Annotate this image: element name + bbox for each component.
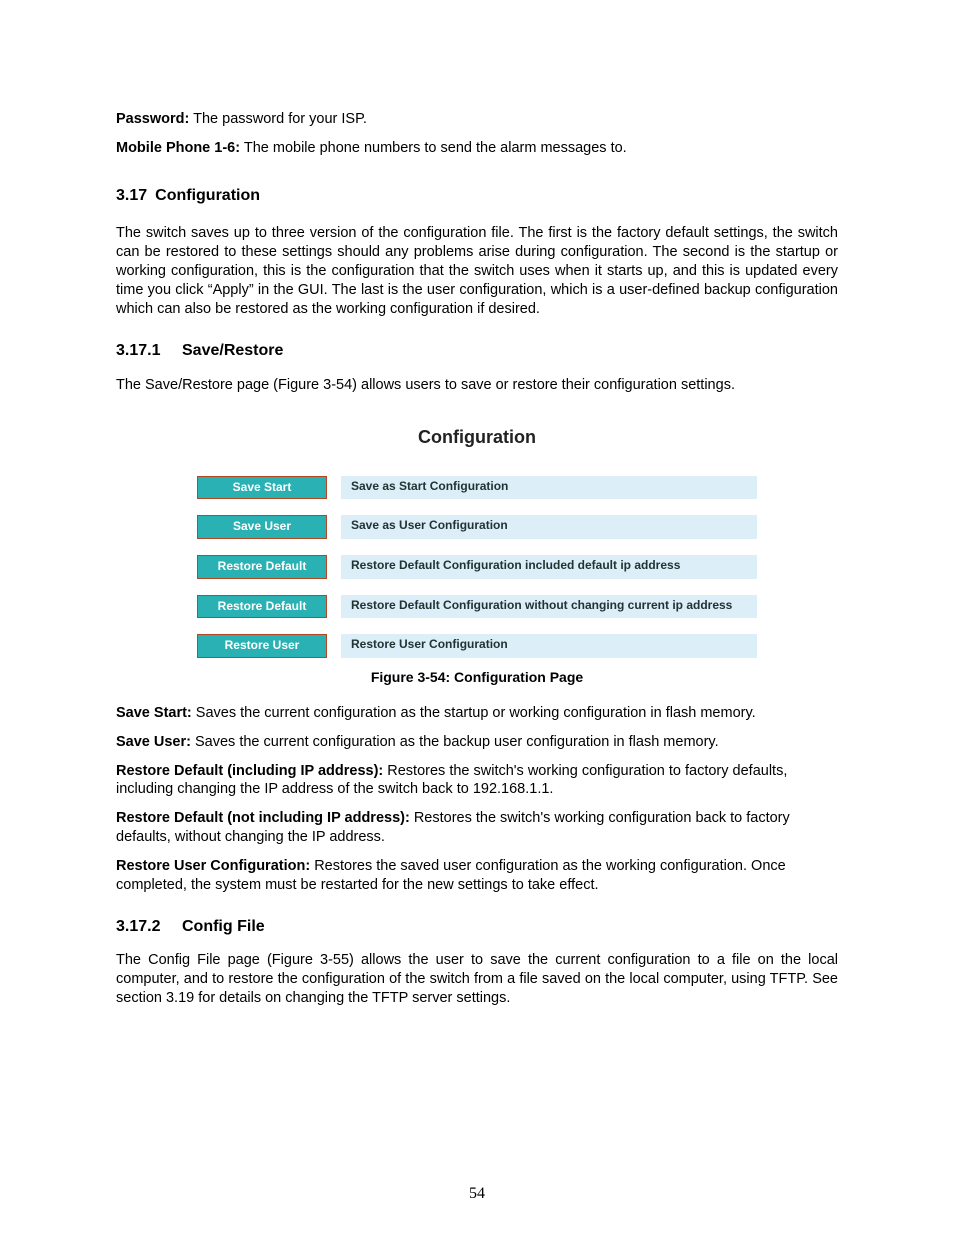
- heading-config-file: 3.17.2Config File: [116, 917, 838, 938]
- save-start-desc: Save as Start Configuration: [341, 476, 757, 500]
- heading-number: 3.17: [116, 186, 147, 207]
- restore-default-noip-desc: Restore Default Configuration without ch…: [341, 595, 757, 619]
- config-row: Save Start Save as Start Configuration: [197, 476, 757, 500]
- heading-number: 3.17.1: [116, 341, 182, 362]
- heading-save-restore: 3.17.1Save/Restore: [116, 341, 838, 362]
- restore-default-ip-button[interactable]: Restore Default: [197, 555, 327, 579]
- screenshot-title: Configuration: [197, 412, 757, 475]
- saveuser-label: Save User:: [116, 734, 191, 750]
- save-user-button[interactable]: Save User: [197, 515, 327, 539]
- save-start-button[interactable]: Save Start: [197, 476, 327, 500]
- password-definition: Password: The password for your ISP.: [116, 110, 838, 129]
- config-row: Save User Save as User Configuration: [197, 515, 757, 539]
- restdef1-label: Restore Default (including IP address):: [116, 763, 383, 779]
- heading-title: Configuration: [155, 187, 260, 204]
- config-row: Restore Default Restore Default Configur…: [197, 595, 757, 619]
- config-row: Restore User Restore User Configuration: [197, 634, 757, 658]
- restore-user-button[interactable]: Restore User: [197, 634, 327, 658]
- config-row: Restore Default Restore Default Configur…: [197, 555, 757, 579]
- savestart-text: Saves the current configuration as the s…: [192, 705, 756, 721]
- save-user-desc: Save as User Configuration: [341, 515, 757, 539]
- saveuser-text: Saves the current configuration as the b…: [191, 734, 719, 750]
- restore-default-ip-desc: Restore Default Configuration included d…: [341, 555, 757, 579]
- heading-configuration: 3.17 Configuration: [116, 186, 838, 207]
- save-restore-body: The Save/Restore page (Figure 3-54) allo…: [116, 376, 838, 395]
- page: Password: The password for your ISP. Mob…: [0, 0, 954, 1235]
- restore-default-noip-button[interactable]: Restore Default: [197, 595, 327, 619]
- restdef1-definition: Restore Default (including IP address): …: [116, 762, 838, 800]
- mobile-text: The mobile phone numbers to send the ala…: [240, 140, 627, 156]
- heading-title: Config File: [182, 918, 265, 935]
- figure-caption: Figure 3-54: Configuration Page: [116, 668, 838, 686]
- password-label: Password:: [116, 111, 189, 127]
- password-text: The password for your ISP.: [189, 111, 367, 127]
- mobile-definition: Mobile Phone 1-6: The mobile phone numbe…: [116, 139, 838, 158]
- restdef2-definition: Restore Default (not including IP addres…: [116, 809, 838, 847]
- configuration-screenshot: Configuration Save Start Save as Start C…: [197, 412, 757, 657]
- configuration-body: The switch saves up to three version of …: [116, 224, 838, 318]
- restore-user-desc: Restore User Configuration: [341, 634, 757, 658]
- restdef2-label: Restore Default (not including IP addres…: [116, 810, 410, 826]
- heading-title: Save/Restore: [182, 342, 283, 359]
- mobile-label: Mobile Phone 1-6:: [116, 140, 240, 156]
- heading-number: 3.17.2: [116, 917, 182, 938]
- restuser-definition: Restore User Configuration: Restores the…: [116, 857, 838, 895]
- savestart-label: Save Start:: [116, 705, 192, 721]
- config-file-body: The Config File page (Figure 3-55) allow…: [116, 951, 838, 1008]
- page-number: 54: [0, 1184, 954, 1205]
- savestart-definition: Save Start: Saves the current configurat…: [116, 704, 838, 723]
- saveuser-definition: Save User: Saves the current configurati…: [116, 733, 838, 752]
- restuser-label: Restore User Configuration:: [116, 858, 310, 874]
